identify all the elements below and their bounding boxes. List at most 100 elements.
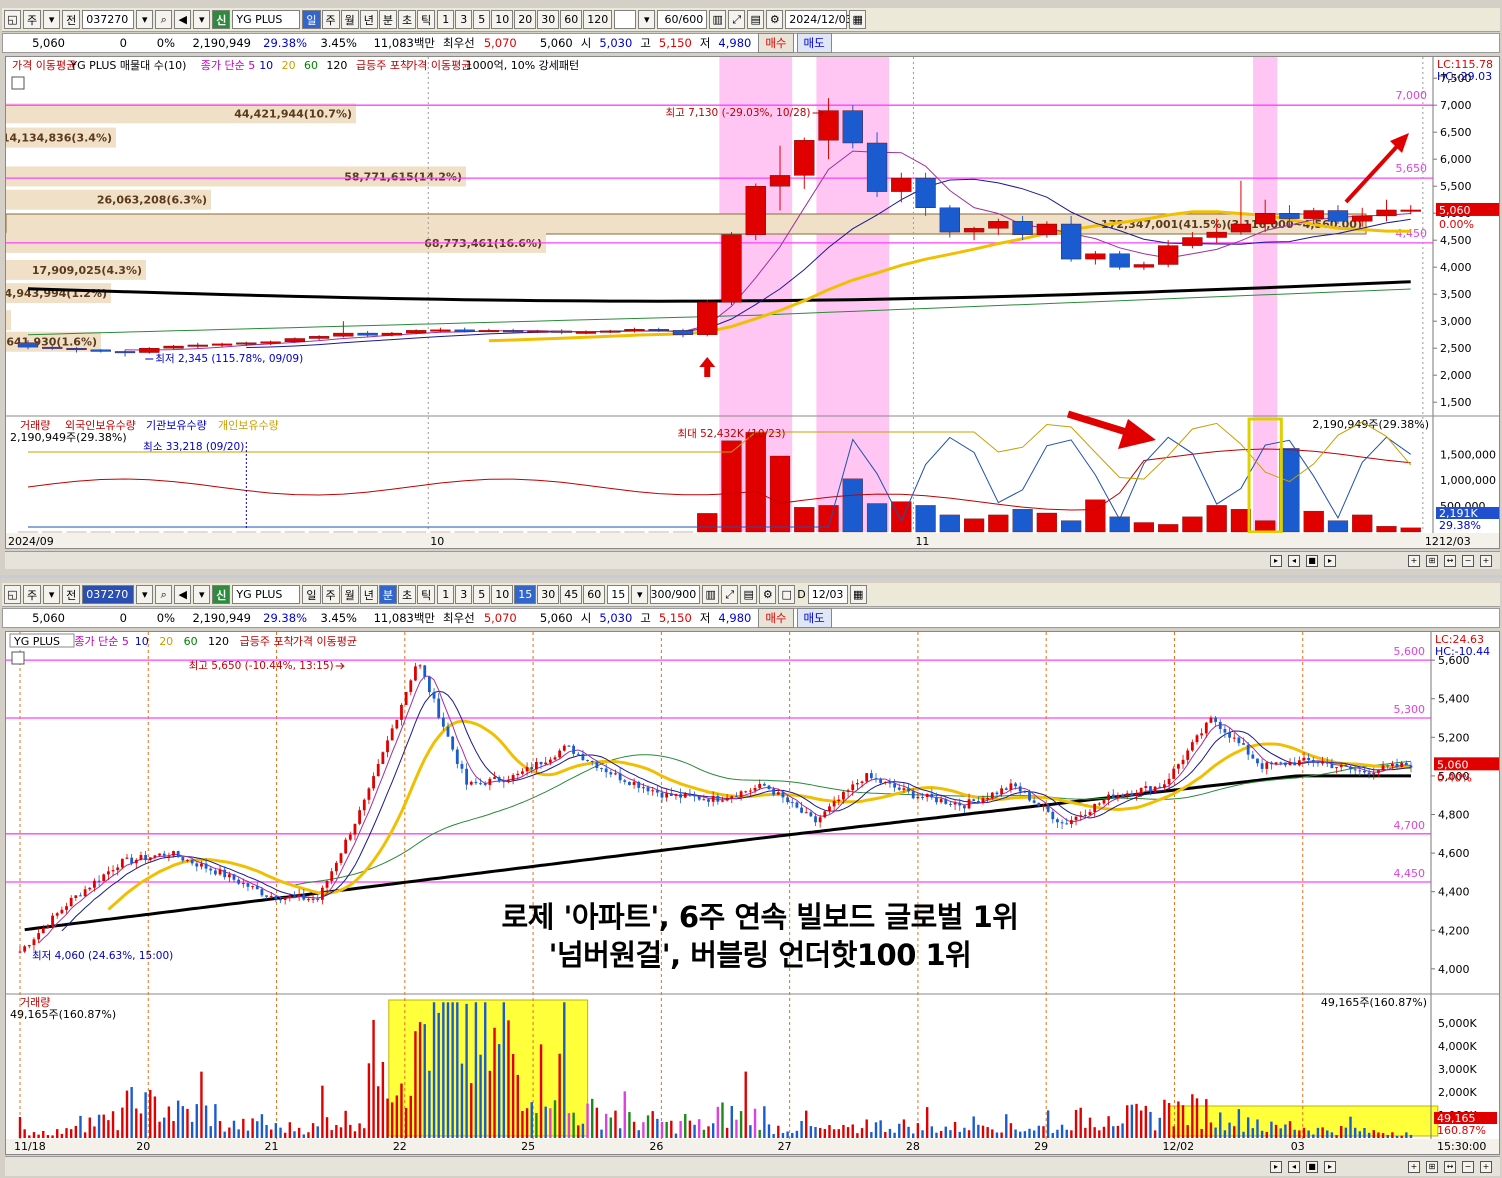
interval-button-5[interactable]: 30 bbox=[537, 585, 560, 604]
scroll-right-icon[interactable]: ▸ bbox=[1270, 1160, 1282, 1173]
save-icon[interactable]: ▤ bbox=[740, 585, 758, 604]
period-button-6[interactable]: 틱 bbox=[417, 10, 436, 29]
dropdown-icon[interactable]: ▾ bbox=[43, 10, 61, 29]
period-button-5[interactable]: 초 bbox=[398, 10, 417, 29]
calendar-icon[interactable]: ▦ bbox=[849, 585, 867, 604]
prev-button[interactable]: 전 bbox=[62, 10, 81, 29]
stop-icon[interactable]: ■ bbox=[1306, 1160, 1318, 1173]
interval-button-6[interactable]: 45 bbox=[560, 585, 583, 604]
daily-scrollbar[interactable]: ▸ ◂ ■ ▸ + ⊞ ↔ − + bbox=[5, 551, 1500, 569]
interval-button-0[interactable]: 1 bbox=[437, 585, 455, 604]
list-icon[interactable]: ▾ bbox=[193, 10, 211, 29]
stop-icon[interactable]: ■ bbox=[1306, 554, 1318, 567]
date-input[interactable]: 2024/12/03 bbox=[785, 10, 853, 29]
zoom-icon[interactable]: + bbox=[1408, 1160, 1420, 1173]
compare-icon[interactable]: ⤢ bbox=[721, 585, 739, 604]
candle-type-icon[interactable]: ▥ bbox=[702, 585, 720, 604]
intraday-chart-svg[interactable]: 5,600 5,300 4,700 4,450 4,000 4,200 4,400 4,600… bbox=[6, 632, 1499, 1154]
type-button[interactable]: 주 bbox=[23, 585, 42, 604]
interval-button-2[interactable]: 5 bbox=[473, 10, 491, 29]
gear-icon[interactable]: ⚙ bbox=[766, 10, 784, 29]
fit-icon[interactable]: ↔ bbox=[1444, 1160, 1456, 1173]
scroll-rewind-icon[interactable]: ◂ bbox=[1288, 554, 1300, 567]
volume-bar-49 bbox=[1206, 505, 1227, 533]
period-button-1[interactable]: 주 bbox=[321, 10, 340, 29]
period-button-2[interactable]: 월 bbox=[340, 10, 359, 29]
interval-button-3[interactable]: 10 bbox=[491, 10, 514, 29]
interval-button-4[interactable]: 20 bbox=[514, 10, 537, 29]
intraday-scrollbar[interactable]: ▸ ◂ ■ ▸ + ⊞ ↔ − + bbox=[5, 1156, 1500, 1176]
gear-icon[interactable]: ⚙ bbox=[759, 585, 777, 604]
shrink-icon[interactable]: − bbox=[1462, 554, 1474, 567]
list-icon[interactable]: ▾ bbox=[193, 585, 211, 604]
window-icon[interactable]: ◱ bbox=[4, 10, 21, 29]
split-icon[interactable]: ⊞ bbox=[1426, 1160, 1438, 1173]
interval-button-1[interactable]: 3 bbox=[455, 585, 473, 604]
date-input[interactable]: 12/03 bbox=[807, 585, 848, 604]
type-button[interactable]: 주 bbox=[23, 10, 42, 29]
fit-icon[interactable]: ↔ bbox=[1444, 554, 1456, 567]
period-button-1[interactable]: 주 bbox=[321, 585, 340, 604]
count-input[interactable]: 300/900 bbox=[650, 585, 701, 604]
scroll-right-icon[interactable]: ▸ bbox=[1270, 554, 1282, 567]
speaker-icon[interactable]: ◀ bbox=[174, 585, 192, 604]
interval-button-6[interactable]: 60 bbox=[560, 10, 583, 29]
expand-icon[interactable]: + bbox=[1480, 554, 1492, 567]
prev-button[interactable]: 전 bbox=[62, 585, 81, 604]
period-button-3[interactable]: 년 bbox=[359, 585, 378, 604]
interval-button-1[interactable]: 3 bbox=[455, 10, 473, 29]
period-button-2[interactable]: 월 bbox=[340, 585, 359, 604]
interval-button-7[interactable]: 120 bbox=[583, 10, 613, 29]
calendar-icon[interactable]: ▦ bbox=[849, 10, 867, 29]
intraday-volume-bar-247 bbox=[1167, 1102, 1171, 1138]
count-input[interactable]: 60/600 bbox=[657, 10, 708, 29]
sell-button[interactable]: 매도 bbox=[796, 33, 832, 53]
period-button-6[interactable]: 틱 bbox=[417, 585, 436, 604]
intraday-candle-body-107 bbox=[516, 773, 520, 776]
daily-chart-svg[interactable]: 44,421,944(10.7%) 14,134,836(3.4%) 58,771,… bbox=[6, 57, 1499, 548]
checkbox-icon[interactable]: □ bbox=[778, 585, 796, 604]
search-icon[interactable]: ⌕ bbox=[155, 585, 173, 604]
interval-button-3[interactable]: 10 bbox=[491, 585, 514, 604]
speaker-icon[interactable]: ◀ bbox=[174, 10, 192, 29]
period-button-5[interactable]: 초 bbox=[398, 585, 417, 604]
stock-code-input[interactable]: 037270 bbox=[82, 10, 135, 29]
search-icon[interactable]: ⌕ bbox=[155, 10, 173, 29]
intraday-volume-bar-110 bbox=[530, 1102, 533, 1138]
stock-code-input[interactable]: 037270 bbox=[82, 585, 135, 604]
dropdown-icon[interactable]: ▾ bbox=[43, 585, 61, 604]
candle-type-icon[interactable]: ▥ bbox=[709, 10, 727, 29]
custom-interval-input[interactable] bbox=[614, 10, 637, 29]
window-icon[interactable]: ◱ bbox=[4, 585, 21, 604]
code-dropdown-icon[interactable]: ▾ bbox=[136, 585, 154, 604]
custom-interval-input[interactable]: 15 bbox=[607, 585, 630, 604]
interval-button-4[interactable]: 15 bbox=[514, 585, 537, 604]
sell-button[interactable]: 매도 bbox=[796, 608, 832, 628]
interval-button-5[interactable]: 30 bbox=[537, 10, 560, 29]
scroll-rewind-icon[interactable]: ◂ bbox=[1288, 1160, 1300, 1173]
period-button-4[interactable]: 분 bbox=[378, 10, 397, 29]
interval-dropdown-icon[interactable]: ▾ bbox=[631, 585, 649, 604]
zoom-icon[interactable]: + bbox=[1408, 554, 1420, 567]
interval-button-7[interactable]: 60 bbox=[583, 585, 606, 604]
interval-button-0[interactable]: 1 bbox=[437, 10, 455, 29]
interval-button-2[interactable]: 5 bbox=[473, 585, 491, 604]
expand-icon[interactable]: + bbox=[1480, 1160, 1492, 1173]
intraday-chart-area[interactable]: 5,600 5,300 4,700 4,450 4,000 4,200 4,400 4,600… bbox=[5, 631, 1500, 1155]
compare-icon[interactable]: ⤢ bbox=[728, 10, 746, 29]
intraday-candle-body-109 bbox=[525, 767, 529, 772]
save-icon[interactable]: ▤ bbox=[747, 10, 765, 29]
code-dropdown-icon[interactable]: ▾ bbox=[136, 10, 154, 29]
period-button-0[interactable]: 일 bbox=[302, 585, 321, 604]
fast-forward-icon[interactable]: ▸ bbox=[1324, 554, 1336, 567]
fast-forward-icon[interactable]: ▸ bbox=[1324, 1160, 1336, 1173]
period-button-0[interactable]: 일 bbox=[302, 10, 321, 29]
period-button-3[interactable]: 년 bbox=[359, 10, 378, 29]
period-button-4[interactable]: 분 bbox=[378, 585, 397, 604]
buy-button[interactable]: 매수 bbox=[758, 608, 794, 628]
shrink-icon[interactable]: − bbox=[1462, 1160, 1474, 1173]
split-icon[interactable]: ⊞ bbox=[1426, 554, 1438, 567]
interval-dropdown-icon[interactable]: ▾ bbox=[638, 10, 656, 29]
buy-button[interactable]: 매수 bbox=[758, 33, 794, 53]
daily-chart-area[interactable]: 44,421,944(10.7%) 14,134,836(3.4%) 58,771,… bbox=[5, 56, 1500, 549]
